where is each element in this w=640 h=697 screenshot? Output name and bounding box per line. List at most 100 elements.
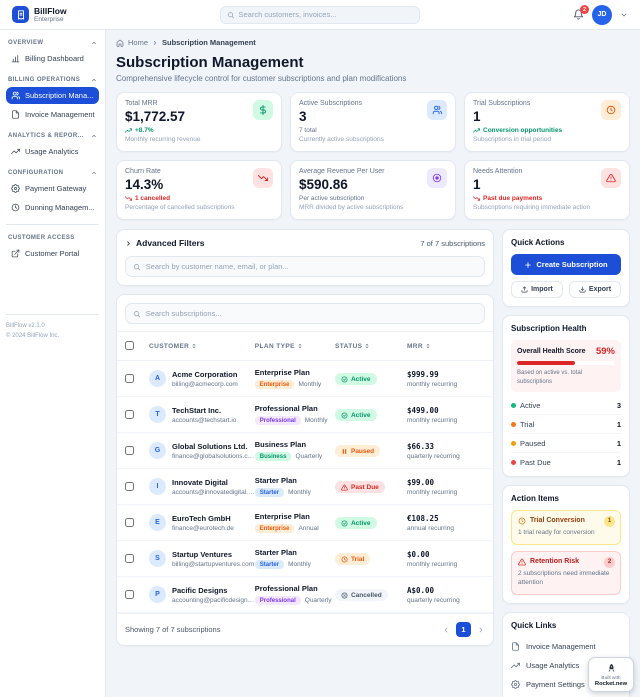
stat-value: $590.86 <box>299 177 447 192</box>
plus-icon <box>524 261 532 269</box>
plan-tier-badge: Starter <box>255 488 284 497</box>
breadcrumb-home[interactable]: Home <box>128 38 148 47</box>
action-item-retention-risk[interactable]: Retention Risk 2 2 subscriptions need im… <box>511 551 621 596</box>
customer-name: Acme Corporation <box>172 370 238 379</box>
chevron-up-icon <box>91 133 97 139</box>
sidebar-item-subscription-management[interactable]: Subscription Mana... <box>6 87 99 104</box>
chevron-right-icon <box>125 240 132 247</box>
table-search[interactable] <box>125 303 485 324</box>
select-all-checkbox[interactable] <box>125 341 134 350</box>
mrr-period: quarterly recurring <box>407 453 485 460</box>
stat-label: Active Subscriptions <box>299 100 447 107</box>
stat-value: 3 <box>299 109 447 124</box>
row-checkbox[interactable] <box>125 590 134 599</box>
table-search-input[interactable] <box>146 309 477 318</box>
export-button[interactable]: Export <box>569 281 621 298</box>
table-row[interactable]: PPacific Designsaccounting@pacificdesign… <box>117 577 493 613</box>
trend-down-icon <box>473 195 480 202</box>
notifications-button[interactable]: 2 <box>573 9 584 20</box>
global-search[interactable] <box>220 6 420 24</box>
health-progress-fill <box>517 361 575 365</box>
brand[interactable]: BillFlow Enterprise <box>12 6 162 23</box>
sidebar-section-analytics[interactable]: Analytics & Repor... <box>6 131 99 143</box>
trend-up-icon <box>11 147 20 156</box>
table-row[interactable]: SStartup Venturesbilling@startupventures… <box>117 541 493 577</box>
create-subscription-button[interactable]: Create Subscription <box>511 254 621 275</box>
chevron-down-icon[interactable] <box>620 11 628 19</box>
plan-tier-badge: Professional <box>255 596 301 605</box>
users-icon <box>11 91 20 100</box>
sidebar-item-invoice-management[interactable]: Invoice Management <box>6 106 99 123</box>
sidebar-section-overview[interactable]: Overview <box>6 38 99 50</box>
quick-link-invoice-management[interactable]: Invoice Management <box>511 637 621 656</box>
sidebar-item-dunning-management[interactable]: Dunning Managem... <box>6 199 99 216</box>
row-checkbox[interactable] <box>125 518 134 527</box>
mrr-value: $0.00 <box>407 550 485 559</box>
billing-cycle: Monthly <box>288 561 311 568</box>
mrr-period: quarterly recurring <box>407 597 485 604</box>
mrr-period: monthly recurring <box>407 381 485 388</box>
column-header-mrr[interactable]: MRR <box>407 343 485 350</box>
table-row[interactable]: IInnovate Digitalaccounts@innovatedigita… <box>117 469 493 505</box>
filter-search[interactable] <box>125 256 485 277</box>
clock-icon <box>518 517 526 525</box>
import-button[interactable]: Import <box>511 281 563 298</box>
file-icon <box>511 642 520 651</box>
column-header-customer[interactable]: Customer <box>149 343 255 350</box>
previous-page-button[interactable] <box>442 626 450 634</box>
chevron-up-icon <box>91 77 97 83</box>
status-dot <box>511 403 516 408</box>
sidebar-item-usage-analytics[interactable]: Usage Analytics <box>6 143 99 160</box>
column-header-plan-type[interactable]: Plan Type <box>255 343 335 350</box>
page-number[interactable]: 1 <box>456 622 471 637</box>
quick-actions-card: Quick Actions Create Subscription Import <box>502 229 630 307</box>
row-checkbox[interactable] <box>125 482 134 491</box>
status-dot <box>511 422 516 427</box>
count-badge: 1 <box>604 516 615 527</box>
row-checkbox[interactable] <box>125 446 134 455</box>
built-with-rocket-badge[interactable]: Built with Rocket.new <box>588 657 634 692</box>
badge-line2: Rocket.new <box>592 681 630 687</box>
mrr-value: $999.99 <box>407 370 485 379</box>
sidebar-section-billing-operations[interactable]: Billing Operations <box>6 75 99 87</box>
plan-tier-badge: Enterprise <box>255 380 295 389</box>
customer-email: accounts@techstart.io <box>172 417 236 424</box>
trend-up-icon <box>125 127 132 134</box>
stat-card-needs-attention: Needs Attention 1 Past due payments Subs… <box>464 160 630 220</box>
home-icon[interactable] <box>116 39 124 47</box>
count-badge: 2 <box>604 557 615 568</box>
plan-name: Professional Plan <box>255 404 335 413</box>
stat-card-active-subscriptions: Active Subscriptions 3 7 total Currently… <box>290 92 456 152</box>
row-checkbox[interactable] <box>125 554 134 563</box>
chevron-up-icon <box>91 170 97 176</box>
mrr-period: annual recurring <box>407 525 485 532</box>
table-row[interactable]: EEuroTech GmbHfinance@eurotech.de Enterp… <box>117 505 493 541</box>
action-item-trial-conversion[interactable]: Trial Conversion 1 1 trial ready for con… <box>511 510 621 545</box>
stat-change: Past due payments <box>473 195 621 202</box>
filter-search-input[interactable] <box>146 262 477 271</box>
table-row[interactable]: GGlobal Solutions Ltd.finance@globalsolu… <box>117 433 493 469</box>
row-checkbox[interactable] <box>125 374 134 383</box>
quick-actions-title: Quick Actions <box>511 238 621 247</box>
table-row[interactable]: AAcme Corporationbilling@acmecorp.com En… <box>117 361 493 397</box>
row-checkbox[interactable] <box>125 410 134 419</box>
customer-name: TechStart Inc. <box>172 406 236 415</box>
sidebar-section-configuration[interactable]: Configuration <box>6 168 99 180</box>
billing-cycle: Monthly <box>298 381 321 388</box>
sidebar-item-billing-dashboard[interactable]: Billing Dashboard <box>6 50 99 67</box>
plan-tier-badge: Starter <box>255 560 284 569</box>
global-search-input[interactable] <box>239 10 414 19</box>
sidebar-divider <box>6 224 99 225</box>
advanced-filters-toggle[interactable]: Advanced Filters <box>125 238 205 248</box>
customer-name: Global Solutions Ltd. <box>172 442 255 451</box>
column-header-status[interactable]: Status <box>335 343 407 350</box>
next-page-button[interactable] <box>477 626 485 634</box>
sidebar-item-customer-portal[interactable]: Customer Portal <box>6 245 99 262</box>
status-badge: Cancelled <box>335 589 388 601</box>
health-row-trial: Trial 1 <box>511 415 621 434</box>
avatar[interactable]: JD <box>592 5 612 25</box>
health-score-value: 59% <box>596 346 615 357</box>
sidebar-item-payment-gateway[interactable]: Payment Gateway <box>6 180 99 197</box>
table-row[interactable]: TTechStart Inc.accounts@techstart.io Pro… <box>117 397 493 433</box>
quick-links-title: Quick Links <box>511 621 621 630</box>
